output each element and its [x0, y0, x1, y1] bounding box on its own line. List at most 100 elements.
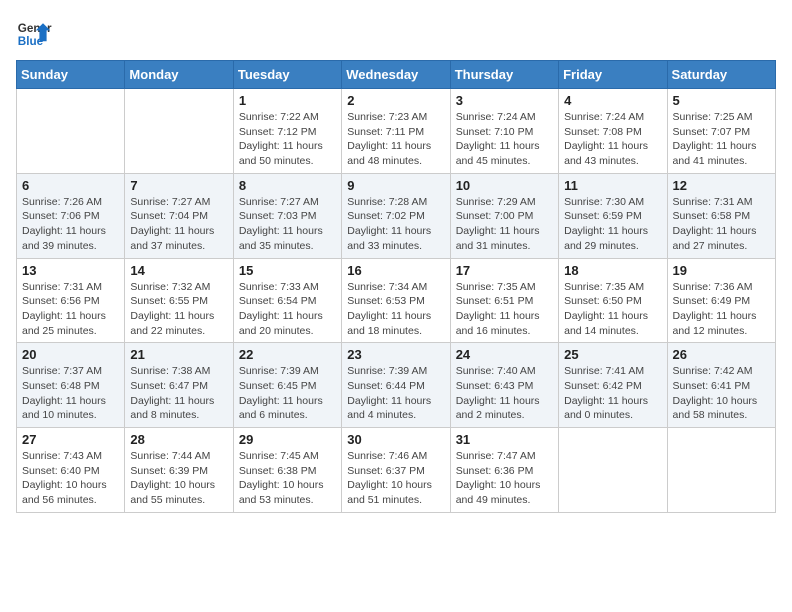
calendar-cell: 23 Sunrise: 7:39 AM Sunset: 6:44 PM Dayli…: [342, 343, 450, 428]
day-number: 24: [456, 347, 553, 362]
day-info: Sunrise: 7:42 AM Sunset: 6:41 PM Dayligh…: [673, 364, 770, 423]
day-number: 31: [456, 432, 553, 447]
weekday-header: Saturday: [667, 61, 775, 89]
calendar-cell: 26 Sunrise: 7:42 AM Sunset: 6:41 PM Dayli…: [667, 343, 775, 428]
day-number: 16: [347, 263, 444, 278]
day-info: Sunrise: 7:25 AM Sunset: 7:07 PM Dayligh…: [673, 110, 770, 169]
day-number: 1: [239, 93, 336, 108]
day-number: 17: [456, 263, 553, 278]
day-info: Sunrise: 7:44 AM Sunset: 6:39 PM Dayligh…: [130, 449, 227, 508]
day-info: Sunrise: 7:23 AM Sunset: 7:11 PM Dayligh…: [347, 110, 444, 169]
calendar-cell: [125, 89, 233, 174]
day-info: Sunrise: 7:38 AM Sunset: 6:47 PM Dayligh…: [130, 364, 227, 423]
day-info: Sunrise: 7:37 AM Sunset: 6:48 PM Dayligh…: [22, 364, 119, 423]
day-number: 2: [347, 93, 444, 108]
calendar-cell: [17, 89, 125, 174]
calendar-cell: 24 Sunrise: 7:40 AM Sunset: 6:43 PM Dayli…: [450, 343, 558, 428]
day-number: 3: [456, 93, 553, 108]
day-info: Sunrise: 7:35 AM Sunset: 6:51 PM Dayligh…: [456, 280, 553, 339]
day-number: 13: [22, 263, 119, 278]
calendar-cell: 12Sunrise: 7:31 AM Sunset: 6:58 PM Dayli…: [667, 173, 775, 258]
calendar-cell: 13 Sunrise: 7:31 AM Sunset: 6:56 PM Dayli…: [17, 258, 125, 343]
calendar-cell: 6 Sunrise: 7:26 AM Sunset: 7:06 PM Daylig…: [17, 173, 125, 258]
calendar-cell: 3 Sunrise: 7:24 AM Sunset: 7:10 PM Daylig…: [450, 89, 558, 174]
day-number: 23: [347, 347, 444, 362]
weekday-header: Wednesday: [342, 61, 450, 89]
day-info: Sunrise: 7:28 AM Sunset: 7:02 PM Dayligh…: [347, 195, 444, 254]
calendar-cell: 19 Sunrise: 7:36 AM Sunset: 6:49 PM Dayli…: [667, 258, 775, 343]
day-number: 28: [130, 432, 227, 447]
day-info: Sunrise: 7:33 AM Sunset: 6:54 PM Dayligh…: [239, 280, 336, 339]
calendar-cell: 25Sunrise: 7:41 AM Sunset: 6:42 PM Dayli…: [559, 343, 667, 428]
calendar-cell: 10Sunrise: 7:29 AM Sunset: 7:00 PM Dayli…: [450, 173, 558, 258]
day-number: 19: [673, 263, 770, 278]
calendar-cell: 1 Sunrise: 7:22 AM Sunset: 7:12 PM Daylig…: [233, 89, 341, 174]
day-info: Sunrise: 7:47 AM Sunset: 6:36 PM Dayligh…: [456, 449, 553, 508]
day-info: Sunrise: 7:35 AM Sunset: 6:50 PM Dayligh…: [564, 280, 661, 339]
day-number: 22: [239, 347, 336, 362]
calendar-cell: 16 Sunrise: 7:34 AM Sunset: 6:53 PM Dayli…: [342, 258, 450, 343]
calendar-cell: 29 Sunrise: 7:45 AM Sunset: 6:38 PM Dayli…: [233, 428, 341, 513]
logo-icon: General Blue: [16, 16, 52, 52]
calendar-cell: 17 Sunrise: 7:35 AM Sunset: 6:51 PM Dayli…: [450, 258, 558, 343]
day-number: 21: [130, 347, 227, 362]
calendar-cell: 28 Sunrise: 7:44 AM Sunset: 6:39 PM Dayli…: [125, 428, 233, 513]
page-header: General Blue: [16, 16, 776, 52]
day-info: Sunrise: 7:46 AM Sunset: 6:37 PM Dayligh…: [347, 449, 444, 508]
day-number: 20: [22, 347, 119, 362]
day-info: Sunrise: 7:43 AM Sunset: 6:40 PM Dayligh…: [22, 449, 119, 508]
calendar-table: SundayMondayTuesdayWednesdayThursdayFrid…: [16, 60, 776, 513]
logo: General Blue: [16, 16, 52, 52]
calendar-cell: 8Sunrise: 7:27 AM Sunset: 7:03 PM Daylig…: [233, 173, 341, 258]
day-number: 29: [239, 432, 336, 447]
day-info: Sunrise: 7:45 AM Sunset: 6:38 PM Dayligh…: [239, 449, 336, 508]
day-info: Sunrise: 7:24 AM Sunset: 7:08 PM Dayligh…: [564, 110, 661, 169]
calendar-cell: 11Sunrise: 7:30 AM Sunset: 6:59 PM Dayli…: [559, 173, 667, 258]
day-info: Sunrise: 7:39 AM Sunset: 6:44 PM Dayligh…: [347, 364, 444, 423]
day-info: Sunrise: 7:36 AM Sunset: 6:49 PM Dayligh…: [673, 280, 770, 339]
calendar-cell: 18Sunrise: 7:35 AM Sunset: 6:50 PM Dayli…: [559, 258, 667, 343]
day-info: Sunrise: 7:22 AM Sunset: 7:12 PM Dayligh…: [239, 110, 336, 169]
day-info: Sunrise: 7:40 AM Sunset: 6:43 PM Dayligh…: [456, 364, 553, 423]
day-info: Sunrise: 7:31 AM Sunset: 6:56 PM Dayligh…: [22, 280, 119, 339]
calendar-header-row: SundayMondayTuesdayWednesdayThursdayFrid…: [17, 61, 776, 89]
day-number: 7: [130, 178, 227, 193]
calendar-cell: 2 Sunrise: 7:23 AM Sunset: 7:11 PM Daylig…: [342, 89, 450, 174]
weekday-header: Thursday: [450, 61, 558, 89]
day-number: 9: [347, 178, 444, 193]
calendar-cell: 27 Sunrise: 7:43 AM Sunset: 6:40 PM Dayli…: [17, 428, 125, 513]
calendar-cell: 21 Sunrise: 7:38 AM Sunset: 6:47 PM Dayli…: [125, 343, 233, 428]
calendar-week-row: 6 Sunrise: 7:26 AM Sunset: 7:06 PM Daylig…: [17, 173, 776, 258]
calendar-cell: 31 Sunrise: 7:47 AM Sunset: 6:36 PM Dayli…: [450, 428, 558, 513]
calendar-cell: 5 Sunrise: 7:25 AM Sunset: 7:07 PM Daylig…: [667, 89, 775, 174]
weekday-header: Tuesday: [233, 61, 341, 89]
calendar-cell: 4Sunrise: 7:24 AM Sunset: 7:08 PM Daylig…: [559, 89, 667, 174]
calendar-cell: [667, 428, 775, 513]
day-number: 30: [347, 432, 444, 447]
day-number: 15: [239, 263, 336, 278]
weekday-header: Friday: [559, 61, 667, 89]
day-number: 25: [564, 347, 661, 362]
calendar-cell: 15 Sunrise: 7:33 AM Sunset: 6:54 PM Dayli…: [233, 258, 341, 343]
day-info: Sunrise: 7:31 AM Sunset: 6:58 PM Dayligh…: [673, 195, 770, 254]
day-number: 27: [22, 432, 119, 447]
calendar-week-row: 13 Sunrise: 7:31 AM Sunset: 6:56 PM Dayli…: [17, 258, 776, 343]
day-info: Sunrise: 7:39 AM Sunset: 6:45 PM Dayligh…: [239, 364, 336, 423]
day-info: Sunrise: 7:26 AM Sunset: 7:06 PM Dayligh…: [22, 195, 119, 254]
calendar-week-row: 27 Sunrise: 7:43 AM Sunset: 6:40 PM Dayli…: [17, 428, 776, 513]
day-info: Sunrise: 7:30 AM Sunset: 6:59 PM Dayligh…: [564, 195, 661, 254]
day-number: 6: [22, 178, 119, 193]
day-info: Sunrise: 7:24 AM Sunset: 7:10 PM Dayligh…: [456, 110, 553, 169]
day-number: 26: [673, 347, 770, 362]
calendar-cell: 7 Sunrise: 7:27 AM Sunset: 7:04 PM Daylig…: [125, 173, 233, 258]
day-number: 5: [673, 93, 770, 108]
calendar-cell: 9 Sunrise: 7:28 AM Sunset: 7:02 PM Daylig…: [342, 173, 450, 258]
day-info: Sunrise: 7:27 AM Sunset: 7:03 PM Dayligh…: [239, 195, 336, 254]
day-info: Sunrise: 7:27 AM Sunset: 7:04 PM Dayligh…: [130, 195, 227, 254]
day-info: Sunrise: 7:34 AM Sunset: 6:53 PM Dayligh…: [347, 280, 444, 339]
calendar-week-row: 20 Sunrise: 7:37 AM Sunset: 6:48 PM Dayli…: [17, 343, 776, 428]
calendar-week-row: 1 Sunrise: 7:22 AM Sunset: 7:12 PM Daylig…: [17, 89, 776, 174]
calendar-cell: 14Sunrise: 7:32 AM Sunset: 6:55 PM Dayli…: [125, 258, 233, 343]
weekday-header: Monday: [125, 61, 233, 89]
day-info: Sunrise: 7:29 AM Sunset: 7:00 PM Dayligh…: [456, 195, 553, 254]
